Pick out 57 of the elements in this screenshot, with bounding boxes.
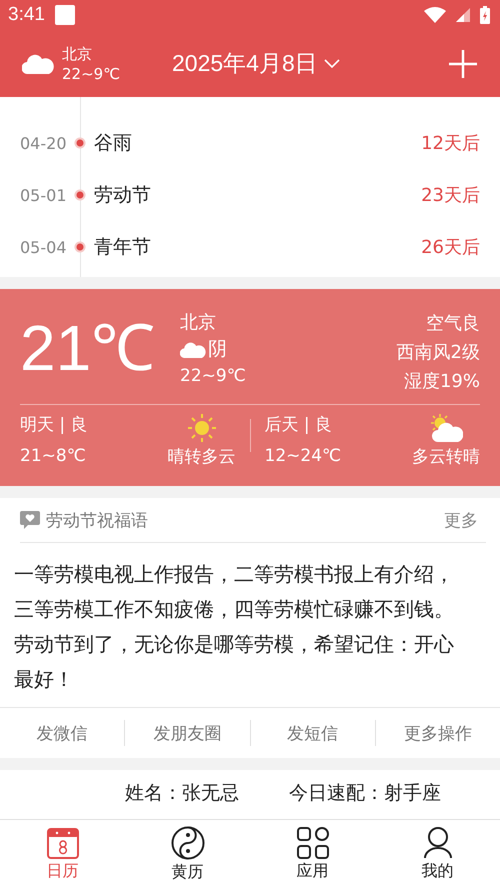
forecast-condition: 多云转晴: [412, 446, 480, 468]
battery-icon: [480, 6, 490, 24]
festival-name: 谷雨: [94, 131, 133, 156]
match-label: 今日速配：射手座: [289, 781, 441, 806]
countdown-label: 12天后: [421, 132, 480, 155]
countdown-label: 26天后: [421, 236, 480, 259]
notification-icon: [54, 5, 75, 25]
forecast-condition: 晴转多云: [168, 446, 236, 468]
timeline-dot-icon: [74, 137, 86, 149]
section-title: 劳动节祝福语: [46, 510, 148, 532]
city-label: 北京: [62, 44, 93, 64]
date-selector[interactable]: 2025年4月8日: [172, 48, 340, 79]
chevron-down-icon: [324, 58, 340, 68]
temperature-range: 22~9℃: [62, 64, 122, 84]
festival-name: 青年节: [94, 235, 152, 260]
nav-tab[interactable]: 我的: [375, 820, 500, 889]
chat-icon: [20, 511, 40, 529]
yin-yang-icon: [170, 826, 204, 860]
blessing-text: 一等劳模电视上作报告，二等劳模书报上有介绍，三等劳模工作不知疲倦，四等劳模忙碌赚不到钱。劳动节到了，无论你是哪等劳模，希望记住：开心最好！: [0, 543, 500, 708]
festival-date: 05-01: [20, 186, 68, 204]
name-label: 姓名：张无忌: [125, 781, 239, 806]
current-temperature: 21℃: [20, 311, 156, 386]
share-button[interactable]: 更多操作: [376, 720, 500, 746]
more-link[interactable]: 更多: [444, 508, 486, 532]
add-button[interactable]: [448, 48, 478, 78]
temperature-range: 12~24℃: [264, 446, 342, 466]
share-button[interactable]: 发微信: [0, 720, 124, 746]
nav-tab[interactable]: 黄历: [125, 820, 250, 889]
nav-tab[interactable]: 日历: [0, 820, 125, 889]
nav-tab[interactable]: 应用: [250, 820, 375, 889]
person-icon: [422, 827, 452, 859]
calendar-icon: [46, 827, 78, 859]
humidity-label: 湿度19%: [404, 370, 480, 394]
forecast-day: 明天 | 良: [20, 413, 88, 436]
timeline-dot-icon: [74, 189, 86, 201]
wind-label: 西南风2级: [396, 341, 480, 365]
festival-date: 04-20: [20, 134, 68, 152]
wifi-icon: [424, 7, 446, 23]
temperature-range: 21~8℃: [20, 446, 87, 466]
air-quality: 空气良: [426, 312, 480, 336]
festival-date: 05-04: [20, 238, 68, 256]
cloud-icon: [22, 54, 54, 74]
apps-grid-icon: [296, 827, 328, 859]
countdown-label: 23天后: [421, 184, 480, 207]
festival-name: 劳动节: [94, 183, 152, 208]
weather-condition: 阴: [208, 337, 227, 362]
partly-cloudy-icon: [429, 413, 463, 443]
status-time: 3:41: [8, 4, 45, 26]
forecast-day: 后天 | 良: [264, 413, 342, 436]
city-label: 北京: [180, 311, 217, 335]
signal-icon: [456, 8, 470, 22]
sun-icon: [186, 413, 216, 443]
temperature-range: 22~9℃: [180, 365, 246, 388]
share-button[interactable]: 发短信: [250, 720, 375, 746]
cloud-icon: [180, 342, 206, 358]
timeline-dot-icon: [74, 241, 86, 253]
share-button[interactable]: 发朋友圈: [125, 720, 250, 746]
